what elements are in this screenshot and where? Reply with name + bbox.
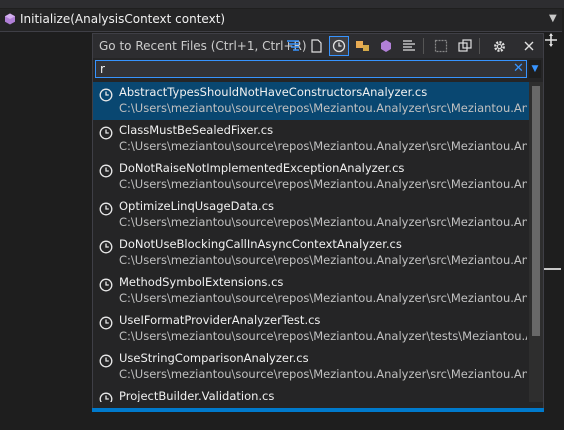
search-input[interactable] [95,60,527,78]
clock-icon [99,163,113,178]
list-item[interactable]: UseIFormatProviderAnalyzerTest.cs C:\User… [93,310,529,348]
member-dropdown[interactable]: Initialize(AnalysisContext context) ▼ [0,9,562,32]
file-path: C:\Users\meziantou\source\repos\Mezianto… [119,367,527,381]
file-name: DoNotRaiseNotImplementedExceptionAnalyze… [119,161,405,175]
filter-list-icon[interactable] [283,36,303,56]
clock-icon [99,87,113,102]
file-path: C:\Users\meziantou\source\repos\Mezianto… [119,291,527,305]
file-name: ProjectBuilder.Validation.cs [119,389,275,402]
list-item[interactable]: MethodSymbolExtensions.cs C:\Users\mezian… [93,272,529,310]
results-scrollbar[interactable] [529,82,543,402]
file-name: DoNotUseBlockingCallInAsyncContextAnalyz… [119,237,402,251]
file-path: C:\Users\meziantou\source\repos\Mezianto… [119,329,527,343]
close-icon[interactable] [519,36,539,56]
clock-icon [99,201,113,216]
editor-tab-strip [0,0,564,8]
popup-toolbar: Go to Recent Files (Ctrl+1, Ctrl+R) [93,34,543,58]
chevron-down-icon[interactable]: ▼ [549,13,557,24]
clock-icon [99,277,113,292]
clock-icon [99,315,113,330]
search-row: ✕ ▼ [93,59,543,81]
clock-icon [99,391,113,402]
member-navigation-bar: Initialize(AnalysisContext context) ▼ [0,0,564,32]
split-window-icon[interactable] [542,33,560,47]
clock-icon [99,125,113,140]
current-document-icon[interactable] [431,36,451,56]
file-name: UseStringComparisonAnalyzer.cs [119,351,309,365]
clock-icon [99,353,113,368]
file-path: C:\Users\meziantou\source\repos\Mezianto… [119,253,527,267]
results-list: AbstractTypesShouldNotHaveConstructorsAn… [93,82,529,402]
settings-gear-icon[interactable] [489,36,509,56]
file-path: C:\Users\meziantou\source\repos\Mezianto… [119,139,527,153]
file-path: C:\Users\meziantou\source\repos\Mezianto… [119,215,527,229]
file-name: ClassMustBeSealedFixer.cs [119,123,274,137]
list-item[interactable]: DoNotRaiseNotImplementedExceptionAnalyze… [93,158,529,196]
file-name: OptimizeLinqUsageData.cs [119,199,275,213]
text-search-icon[interactable] [399,36,419,56]
scrollbar-thumb[interactable] [532,86,540,336]
list-item[interactable]: ClassMustBeSealedFixer.cs C:\Users\mezian… [93,120,529,158]
go-to-recent-files-popup: Go to Recent Files (Ctrl+1, Ctrl+R) r ✕ … [92,33,544,409]
file-name: AbstractTypesShouldNotHaveConstructorsAn… [119,85,428,99]
toolbar-separator [479,38,480,54]
list-item[interactable]: DoNotUseBlockingCallInAsyncContextAnalyz… [93,234,529,272]
chevron-down-icon[interactable]: ▼ [529,60,541,78]
file-name: MethodSymbolExtensions.cs [119,275,284,289]
file-icon[interactable] [306,36,326,56]
file-name: UseIFormatProviderAnalyzerTest.cs [119,313,321,327]
recent-files-icon[interactable] [329,36,349,56]
popup-bottom-accent [92,408,544,412]
member-dropdown-label: Initialize(AnalysisContext context) [20,12,226,26]
file-path: C:\Users\meziantou\source\repos\Mezianto… [119,101,527,115]
clear-search-icon[interactable]: ✕ [513,62,524,76]
list-item[interactable]: ProjectBuilder.Validation.cs [93,386,529,402]
list-item[interactable]: UseStringComparisonAnalyzer.cs C:\Users\m… [93,348,529,386]
list-item[interactable]: AbstractTypesShouldNotHaveConstructorsAn… [93,82,529,120]
method-icon [5,13,15,25]
clock-icon [99,239,113,254]
members-icon[interactable] [376,36,396,56]
toolbar-separator [423,38,424,54]
file-path: C:\Users\meziantou\source\repos\Mezianto… [119,177,527,191]
editor-scrollbar-marker[interactable] [543,268,561,270]
preview-tab-icon[interactable] [455,36,475,56]
types-icon[interactable] [353,36,373,56]
popup-title: Go to Recent Files (Ctrl+1, Ctrl+R) [99,39,307,53]
list-item[interactable]: OptimizeLinqUsageData.cs C:\Users\meziant… [93,196,529,234]
